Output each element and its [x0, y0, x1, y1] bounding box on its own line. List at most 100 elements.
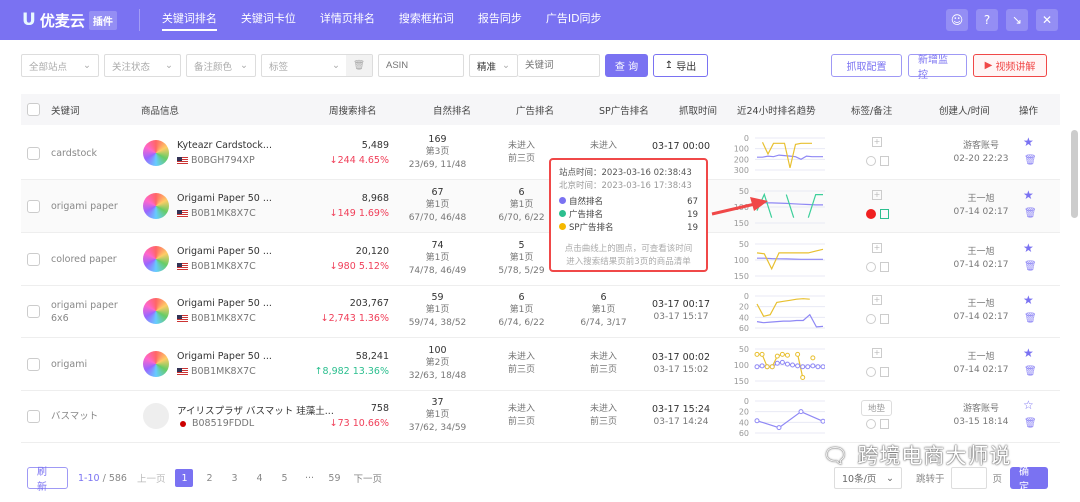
add-tag-icon[interactable]: +	[872, 190, 882, 200]
color-dot-icon[interactable]	[866, 367, 876, 377]
user-icon[interactable]: ☺	[946, 9, 968, 31]
top-bar: U 优麦云 插件 关键词排名 关键词卡位 详情页排名 搜索框拓词 报告同步 广告ID同步 ☺ …	[0, 0, 1080, 40]
prev-page[interactable]: 上一页	[137, 471, 166, 485]
close-icon[interactable]: ✕	[1036, 9, 1058, 31]
row-checkbox[interactable]	[27, 147, 40, 160]
add-monitor-button[interactable]: 新增监控	[908, 54, 967, 81]
trend-point	[779, 359, 785, 365]
add-tag-icon[interactable]: +	[872, 295, 882, 305]
product-image[interactable]	[143, 403, 169, 429]
trash-icon[interactable]: 🗑	[1024, 366, 1037, 377]
trend-sparkline[interactable]: 0 2040 60	[725, 292, 825, 332]
divider	[138, 9, 140, 31]
asin-input[interactable]	[378, 54, 464, 77]
row-checkbox[interactable]	[27, 253, 40, 266]
follow-select[interactable]: 关注状态 ⌄	[104, 54, 181, 77]
color-dot-icon[interactable]	[866, 209, 876, 219]
keyword-input[interactable]	[518, 54, 600, 77]
star-filled-icon[interactable]: ★	[1023, 241, 1034, 255]
page-button[interactable]: 4	[250, 469, 268, 487]
weekly-rank: 20,120	[355, 246, 389, 257]
trash-icon[interactable]: 🗑	[1024, 261, 1037, 272]
column-header[interactable]: 创建人/时间	[939, 103, 990, 117]
product-title[interactable]: Origami Paper 50 ...	[177, 193, 272, 204]
add-tag-icon[interactable]: +	[872, 137, 882, 147]
nav-tab[interactable]: 关键词排名	[161, 10, 217, 31]
jump-page-input[interactable]	[950, 467, 987, 489]
add-tag-icon[interactable]: +	[872, 348, 882, 358]
page-button[interactable]: ···	[300, 469, 318, 487]
refresh-button[interactable]: 刷 新	[27, 467, 68, 493]
trend-point	[800, 364, 806, 370]
trash-icon[interactable]: 🗑	[1024, 418, 1037, 429]
row-checkbox[interactable]	[27, 358, 40, 371]
color-dot-icon[interactable]	[866, 419, 876, 429]
add-tag-icon[interactable]: +	[872, 243, 882, 253]
scrollbar[interactable]	[1071, 130, 1078, 218]
note-color-select[interactable]: 备注颜色 ⌄	[186, 54, 256, 77]
per-page-select[interactable]: 10条/页 ⌄	[834, 467, 902, 489]
product-image[interactable]	[143, 351, 169, 377]
trend-sparkline[interactable]: 50 100 150	[725, 240, 825, 280]
nav-tab[interactable]: 搜索框拓词	[399, 10, 454, 31]
column-header[interactable]: 商品信息	[141, 103, 179, 117]
star-filled-icon[interactable]: ★	[1023, 346, 1034, 360]
note-icon[interactable]	[880, 156, 889, 166]
row-checkbox[interactable]	[27, 410, 40, 423]
note-icon[interactable]	[880, 209, 889, 219]
column-header[interactable]: 关键词	[51, 103, 80, 117]
select-all-checkbox[interactable]	[27, 103, 40, 116]
nav-tab[interactable]: 报告同步	[478, 10, 522, 31]
star-filled-icon[interactable]: ★	[1023, 188, 1034, 202]
help-icon[interactable]: ?	[976, 9, 998, 31]
note-icon[interactable]	[880, 419, 889, 429]
star-filled-icon[interactable]: ★	[1023, 135, 1034, 149]
tag-select[interactable]: 标签 ⌄ 🗑	[261, 54, 373, 77]
collapse-icon[interactable]: ↘	[1006, 9, 1028, 31]
product-image[interactable]	[143, 246, 169, 272]
nav-tab[interactable]: 关键词卡位	[241, 10, 296, 31]
query-button[interactable]: 查 询	[605, 54, 648, 77]
red-arrow	[711, 197, 768, 216]
color-dot-icon[interactable]	[866, 156, 876, 166]
note-icon[interactable]	[880, 262, 889, 272]
product-title[interactable]: Origami Paper 50 ...	[177, 351, 272, 362]
note-icon[interactable]	[880, 314, 889, 324]
product-title[interactable]: Origami Paper 50 ...	[177, 298, 272, 309]
match-select[interactable]: 精准 ⌄	[469, 54, 518, 77]
row-checkbox[interactable]	[27, 200, 40, 213]
nav-tab[interactable]: 详情页排名	[320, 10, 375, 31]
confirm-button[interactable]: 确 定	[1010, 467, 1049, 493]
page-button[interactable]: 59	[325, 469, 343, 487]
product-image[interactable]	[143, 193, 169, 219]
product-title[interactable]: Origami Paper 50 ...	[177, 246, 272, 257]
product-title[interactable]: Kyteazr Cardstock...	[177, 140, 272, 151]
star-filled-icon[interactable]: ★	[1023, 293, 1034, 307]
weekly-change: ↓244 4.65%	[329, 155, 389, 166]
tag-badge[interactable]: 地垫	[861, 400, 893, 416]
star-outline-icon[interactable]: ☆	[1023, 398, 1034, 412]
trend-sparkline[interactable]: 50 100 150	[725, 345, 825, 385]
product-image[interactable]	[143, 140, 169, 166]
site-select[interactable]: 全部站点 ⌄	[21, 54, 99, 77]
trash-icon[interactable]: 🗑	[1024, 313, 1037, 324]
product-image[interactable]	[143, 298, 169, 324]
nav-tab[interactable]: 广告ID同步	[546, 10, 602, 31]
color-dot-icon[interactable]	[866, 262, 876, 272]
video-button[interactable]: ▶ 视频讲解	[973, 54, 1047, 77]
trend-sparkline[interactable]: 0 100200 300	[725, 134, 825, 174]
page-button[interactable]: 5	[275, 469, 293, 487]
row-checkbox[interactable]	[27, 305, 40, 318]
trend-sparkline[interactable]: 0 2040 60	[725, 397, 825, 437]
page-button[interactable]: 2	[200, 469, 218, 487]
crawl-config-button[interactable]: 抓取配置	[831, 54, 902, 77]
trash-icon[interactable]: 🗑	[1024, 208, 1037, 219]
next-page[interactable]: 下一页	[353, 471, 382, 485]
page-button[interactable]: 1	[175, 469, 194, 487]
trash-icon[interactable]: 🗑	[346, 55, 372, 76]
note-icon[interactable]	[880, 367, 889, 377]
trash-icon[interactable]: 🗑	[1024, 155, 1037, 166]
page-button[interactable]: 3	[225, 469, 243, 487]
color-dot-icon[interactable]	[866, 314, 876, 324]
export-button[interactable]: ↥ 导出	[653, 54, 708, 77]
